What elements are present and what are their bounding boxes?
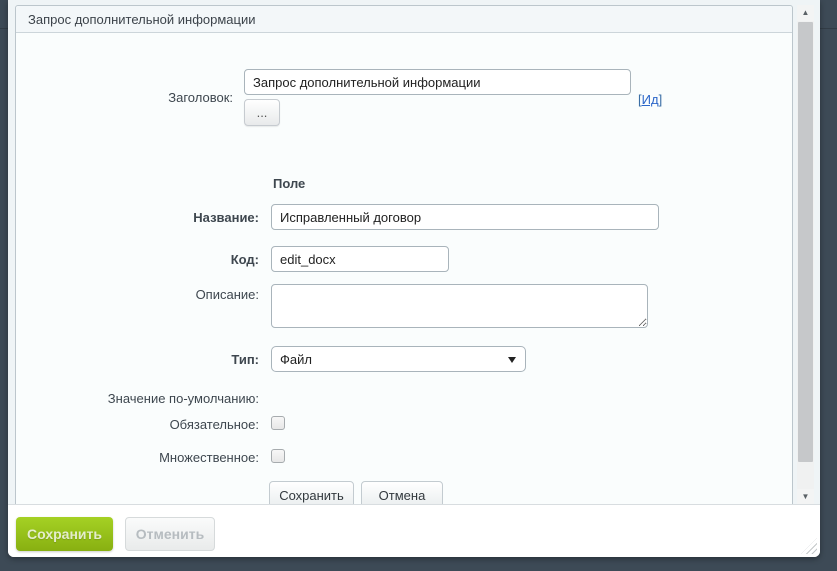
vertical-scrollbar[interactable]: ▲ ▼ bbox=[797, 5, 814, 504]
header-field-input[interactable] bbox=[244, 69, 631, 95]
name-field-label: Название: bbox=[193, 210, 259, 225]
dialog-cancel-button: Отменить bbox=[125, 517, 215, 551]
scroll-up-arrow-icon[interactable]: ▲ bbox=[797, 5, 814, 21]
id-link: [Ид] bbox=[638, 92, 662, 107]
header-field-label: Заголовок: bbox=[168, 90, 233, 105]
id-link-anchor[interactable]: Ид bbox=[642, 92, 659, 107]
type-field-label: Тип: bbox=[231, 352, 259, 367]
scrollbar-thumb[interactable] bbox=[798, 22, 813, 462]
edit-form-box: Запрос дополнительной информации Заголов… bbox=[15, 5, 793, 504]
default-value-field-label: Значение по-умолчанию: bbox=[107, 391, 259, 406]
form-viewport: Запрос дополнительной информации Заголов… bbox=[8, 0, 820, 505]
code-field-label: Код: bbox=[230, 252, 259, 267]
scroll-down-arrow-icon[interactable]: ▼ bbox=[797, 489, 814, 504]
multiple-field-label: Множественное: bbox=[159, 450, 259, 465]
form-header-title: Запрос дополнительной информации bbox=[28, 12, 256, 27]
multiple-checkbox[interactable] bbox=[271, 449, 285, 463]
required-field-label: Обязательное: bbox=[169, 417, 259, 432]
name-field-input[interactable] bbox=[271, 204, 659, 230]
description-field-label: Описание: bbox=[195, 287, 259, 302]
page-background: Запрос дополнительной информации Заголов… bbox=[0, 0, 837, 571]
section-heading: Поле bbox=[273, 176, 306, 191]
type-select-wrapper: Файл bbox=[271, 346, 526, 372]
code-field-input[interactable] bbox=[271, 246, 449, 272]
resize-grip-icon[interactable] bbox=[801, 538, 817, 554]
dialog-save-button[interactable]: Сохранить bbox=[16, 517, 113, 551]
type-select[interactable]: Файл bbox=[272, 347, 525, 371]
form-header: Запрос дополнительной информации bbox=[16, 6, 792, 33]
description-field-textarea[interactable] bbox=[271, 284, 648, 328]
more-options-button[interactable]: ... bbox=[244, 99, 280, 126]
form-save-button[interactable]: Сохранить bbox=[269, 481, 354, 504]
dialog-footer: Сохранить Отменить bbox=[8, 506, 820, 557]
edit-dialog: Запрос дополнительной информации Заголов… bbox=[8, 0, 820, 557]
id-link-close-bracket: ] bbox=[658, 92, 663, 107]
form-cancel-button[interactable]: Отмена bbox=[361, 481, 443, 504]
required-checkbox[interactable] bbox=[271, 416, 285, 430]
